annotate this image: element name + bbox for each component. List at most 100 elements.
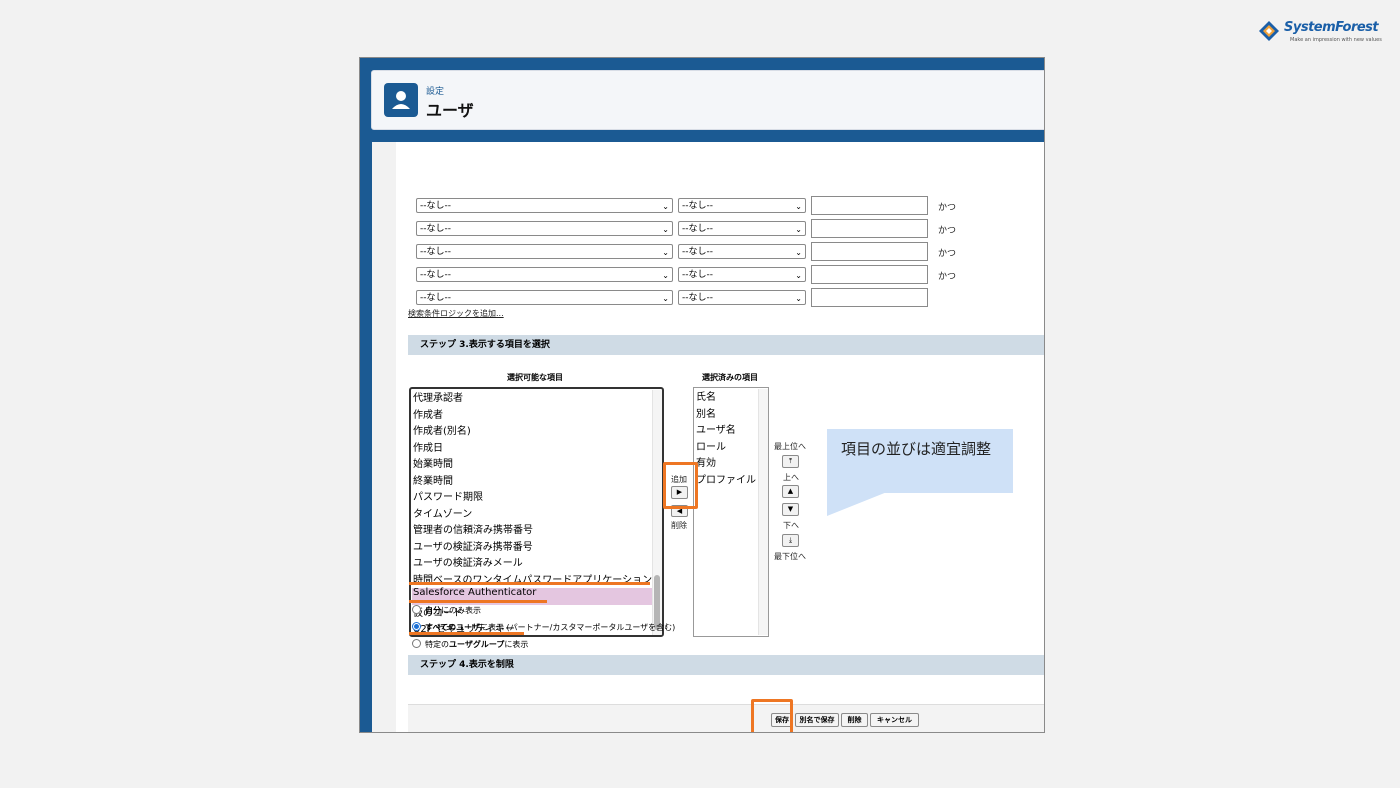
chevron-down-icon: ⌄ bbox=[662, 248, 669, 257]
selected-field-option[interactable]: 氏名 bbox=[696, 388, 716, 403]
filter-field-value: --なし-- bbox=[420, 293, 451, 303]
cancel-button[interactable]: キャンセル bbox=[870, 713, 919, 727]
available-field-option[interactable]: 終業時間 bbox=[413, 472, 453, 487]
filter-operator-value: --なし-- bbox=[682, 247, 713, 257]
filter-operator-select[interactable]: --なし-- ⌄ bbox=[678, 244, 806, 259]
move-down-label: 下へ bbox=[783, 521, 799, 530]
filter-operator-select[interactable]: --なし-- ⌄ bbox=[678, 267, 806, 282]
available-field-option[interactable]: ユーザの検証済みメール bbox=[413, 554, 523, 569]
user-icon bbox=[384, 83, 418, 117]
highlight-underline-1 bbox=[409, 582, 650, 585]
available-field-option[interactable]: 作成日 bbox=[413, 439, 443, 454]
available-field-option[interactable]: タイムゾーン bbox=[413, 505, 472, 520]
callout-box: 項目の並びは適宜調整 bbox=[827, 429, 1013, 493]
systemforest-logo: SystemForest Make an impression with new… bbox=[1256, 16, 1386, 48]
available-field-option[interactable]: ユーザの検証済み携帯番号 bbox=[413, 538, 533, 553]
selected-field-option[interactable]: 別名 bbox=[696, 405, 716, 420]
step3-header: ステップ 3.表示する項目を選択 bbox=[408, 335, 1044, 355]
page-header: 設定 ユーザ bbox=[371, 70, 1044, 130]
callout-tail bbox=[827, 492, 887, 516]
available-field-option[interactable]: 作成者(別名) bbox=[413, 422, 471, 437]
filter-field-value: --なし-- bbox=[420, 270, 451, 280]
filter-operator-value: --なし-- bbox=[682, 201, 713, 211]
visibility-option-label[interactable]: 自分にのみ表示 bbox=[425, 605, 481, 616]
move-top-button[interactable]: ⤒ bbox=[782, 455, 799, 468]
option-rest: に表示 bbox=[504, 640, 529, 649]
option-rest: に表示 (パートナー/カスタマーポータルユーザを含む) bbox=[479, 623, 676, 632]
chevron-down-icon: ⌄ bbox=[795, 248, 802, 257]
move-bottom-label: 最下位へ bbox=[774, 552, 806, 561]
visibility-option-label[interactable]: 特定のユーザグループに表示 bbox=[425, 639, 528, 650]
selected-field-option[interactable]: プロファイル bbox=[696, 471, 756, 486]
highlight-underline-2 bbox=[409, 600, 547, 603]
filter-operator-select[interactable]: --なし-- ⌄ bbox=[678, 290, 806, 305]
callout-text: 項目の並びは適宜調整 bbox=[841, 440, 992, 458]
selected-field-option[interactable]: ロール bbox=[696, 438, 726, 453]
filter-value-input[interactable] bbox=[811, 242, 928, 261]
filter-field-select[interactable]: --なし-- ⌄ bbox=[416, 198, 673, 213]
page-title: ユーザ bbox=[426, 101, 474, 120]
filter-conjunction: かつ bbox=[938, 272, 957, 282]
filter-field-value: --なし-- bbox=[420, 224, 451, 234]
chevron-down-icon: ⌄ bbox=[795, 202, 802, 211]
save-as-button[interactable]: 別名で保存 bbox=[795, 713, 839, 727]
move-down-button[interactable]: ▼ bbox=[782, 503, 799, 516]
chevron-down-icon: ⌄ bbox=[662, 271, 669, 280]
filter-operator-select[interactable]: --なし-- ⌄ bbox=[678, 198, 806, 213]
available-field-option[interactable]: Salesforce Authenticator bbox=[413, 587, 536, 598]
chevron-down-icon: ⌄ bbox=[662, 202, 669, 211]
filter-operator-select[interactable]: --なし-- ⌄ bbox=[678, 221, 806, 236]
visibility-radio[interactable] bbox=[412, 605, 421, 614]
available-field-option[interactable]: 始業時間 bbox=[413, 455, 453, 470]
selected-field-option[interactable]: ユーザ名 bbox=[696, 421, 736, 436]
available-field-option[interactable]: 代理承認者 bbox=[413, 389, 463, 404]
filter-value-input[interactable] bbox=[811, 265, 928, 284]
visibility-option-label[interactable]: すべてのユーザに表示 (パートナー/カスタマーポータルユーザを含む) bbox=[425, 622, 675, 633]
available-field-option[interactable]: 作成者 bbox=[413, 406, 443, 421]
left-gutter bbox=[372, 142, 396, 732]
filter-field-select[interactable]: --なし-- ⌄ bbox=[416, 244, 673, 259]
save-button-highlight bbox=[751, 699, 793, 732]
content-area: --なし-- ⌄ --なし-- ⌄ かつ --なし-- ⌄ --なし-- ⌄ かつ --なし-- ⌄ -… bbox=[372, 142, 1044, 732]
selected-field-option[interactable]: 有効 bbox=[696, 454, 716, 469]
triangle-up-icon: ▲ bbox=[787, 487, 794, 495]
move-up-button[interactable]: ▲ bbox=[782, 485, 799, 498]
filter-field-select[interactable]: --なし-- ⌄ bbox=[416, 290, 673, 305]
visibility-radio[interactable] bbox=[412, 639, 421, 648]
move-top-icon: ⤒ bbox=[788, 457, 793, 465]
available-fields-label: 選択可能な項目 bbox=[507, 373, 563, 382]
visibility-radio[interactable] bbox=[412, 622, 421, 631]
button-footer: 保存 別名で保存 削除 キャンセル bbox=[408, 704, 1044, 732]
filter-conjunction: かつ bbox=[938, 249, 957, 259]
chevron-down-icon: ⌄ bbox=[795, 271, 802, 280]
available-scrollbar[interactable] bbox=[652, 390, 662, 635]
option-bold: ユーザグループ bbox=[449, 640, 505, 649]
filter-field-value: --なし-- bbox=[420, 247, 451, 257]
selected-fields-listbox[interactable]: 氏名別名 ユーザ名ロール 有効プロファイル bbox=[693, 387, 769, 637]
filter-operator-value: --なし-- bbox=[682, 224, 713, 234]
delete-button[interactable]: 削除 bbox=[841, 713, 868, 727]
breadcrumb[interactable]: 設定 bbox=[426, 84, 444, 97]
available-field-option[interactable]: 管理者の信頼済み携帯番号 bbox=[413, 521, 533, 536]
option-bold: 自分 bbox=[425, 606, 441, 615]
filter-field-select[interactable]: --なし-- ⌄ bbox=[416, 267, 673, 282]
move-bottom-button[interactable]: ⤓ bbox=[782, 534, 799, 547]
filter-operator-value: --なし-- bbox=[682, 270, 713, 280]
move-bottom-icon: ⤓ bbox=[788, 536, 793, 544]
available-field-option[interactable]: パスワード期限 bbox=[413, 488, 483, 503]
brand-name: SystemForest bbox=[1284, 20, 1379, 35]
option-prefix: 特定の bbox=[425, 640, 449, 649]
filter-value-input[interactable] bbox=[811, 219, 928, 238]
chevron-down-icon: ⌄ bbox=[662, 225, 669, 234]
add-filter-logic-link[interactable]: 検索条件ロジックを追加... bbox=[408, 308, 504, 319]
filter-conjunction: かつ bbox=[938, 226, 957, 236]
filter-field-select[interactable]: --なし-- ⌄ bbox=[416, 221, 673, 236]
option-bold: すべてのユーザ bbox=[425, 623, 480, 632]
triangle-down-icon: ▼ bbox=[787, 505, 794, 513]
chevron-down-icon: ⌄ bbox=[795, 225, 802, 234]
add-button-highlight bbox=[663, 462, 698, 509]
chevron-down-icon: ⌄ bbox=[795, 294, 802, 303]
filter-value-input[interactable] bbox=[811, 196, 928, 215]
filter-value-input[interactable] bbox=[811, 288, 928, 307]
selected-scrollbar[interactable] bbox=[758, 389, 768, 635]
